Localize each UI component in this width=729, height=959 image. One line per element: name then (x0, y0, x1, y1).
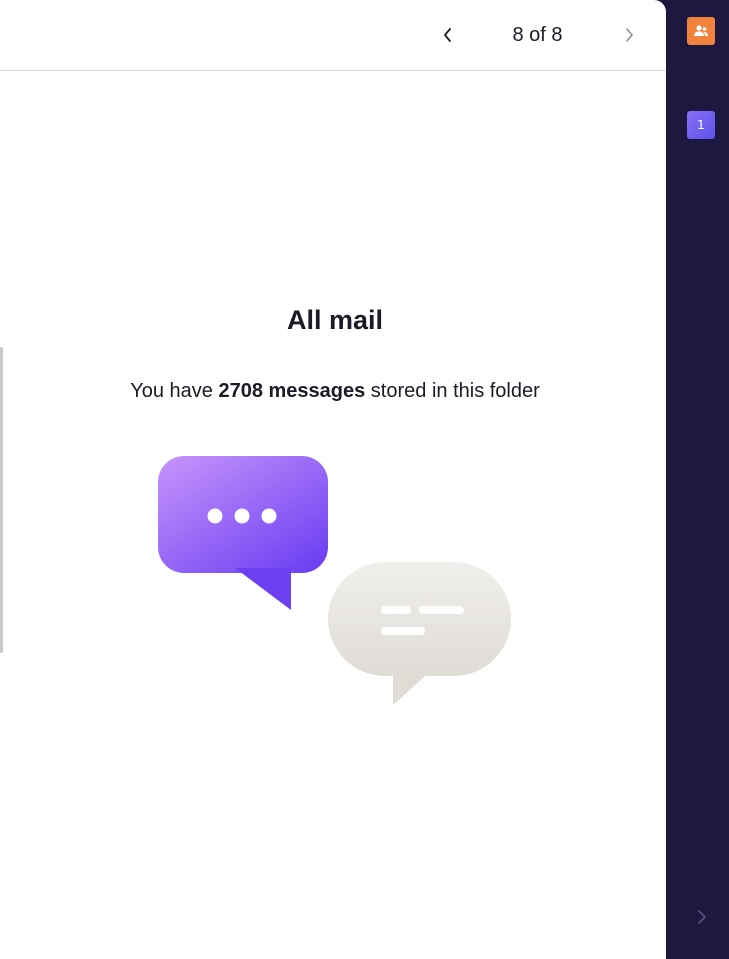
count-text-before: You have (130, 380, 219, 402)
next-button[interactable] (613, 19, 645, 51)
chat-bubbles-illustration (158, 456, 511, 705)
previous-button[interactable] (432, 19, 464, 51)
chevron-right-icon (698, 910, 706, 924)
apps-rail: 1 (666, 0, 729, 959)
folder-title: All mail (286, 305, 384, 335)
contacts-icon (694, 25, 708, 36)
chevron-left-icon (444, 28, 451, 42)
message-count: 2708 messages (218, 380, 366, 402)
calendar-app-button[interactable]: 1 (687, 111, 715, 139)
folder-message-count-text: You have 2708 messages stored in this fo… (0, 380, 666, 403)
count-text-after: stored in this folder (365, 380, 540, 402)
message-view: 8 of 8 All mail You have 2708 messages s… (0, 0, 666, 959)
expand-rail-button[interactable] (691, 902, 713, 932)
message-toolbar: 8 of 8 (0, 0, 666, 71)
pager-label: 8 of 8 (512, 24, 563, 46)
chevron-right-icon (626, 28, 633, 42)
contacts-app-button[interactable] (687, 17, 715, 45)
calendar-day-number: 1 (697, 118, 705, 132)
